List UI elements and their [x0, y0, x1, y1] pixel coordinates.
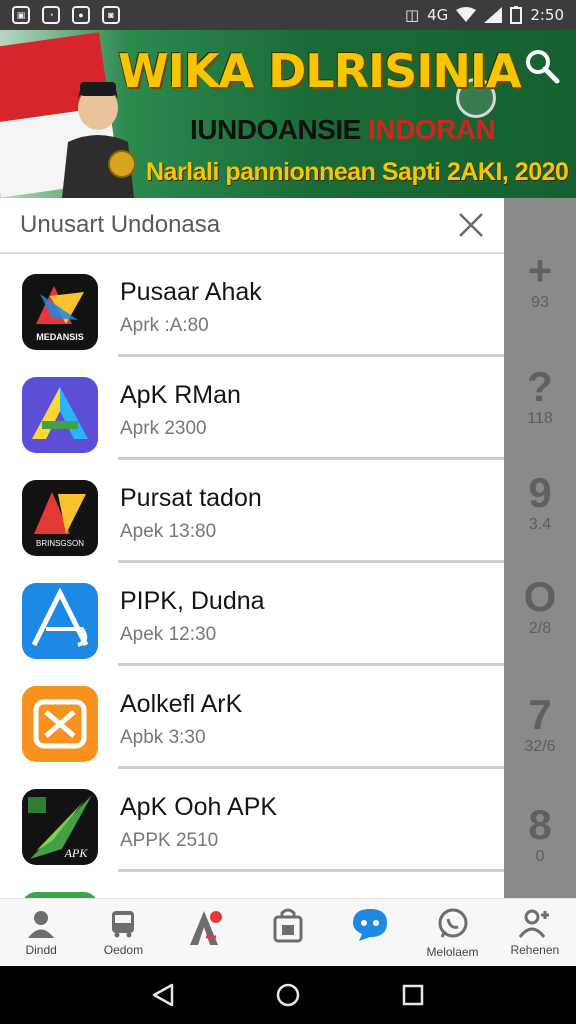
app-list-item[interactable]: [0, 872, 504, 898]
nav-label: Melolaem: [426, 945, 479, 959]
bag-icon: [273, 908, 303, 943]
app-icon-label: APK: [64, 846, 89, 860]
network-label: 4G: [427, 6, 449, 24]
side-item: 8 0: [504, 802, 576, 866]
nav-item-messages[interactable]: Melolaem: [411, 899, 493, 966]
nav-label: Oedom: [103, 943, 144, 957]
user-add-icon: [518, 909, 549, 938]
side-number: 0: [535, 848, 545, 865]
apk-logo-icon: [189, 911, 222, 945]
side-item: 9 3.4: [504, 470, 576, 534]
notification-icons: ▣ ◔ ● ◙: [12, 6, 120, 24]
side-number: 32/6: [524, 738, 556, 755]
side-glyph: O: [523, 573, 557, 620]
side-item: + 93: [504, 248, 576, 312]
app-icon: BRINSGSON: [22, 480, 98, 556]
banner-title: WIKA DLRISINIA: [118, 44, 522, 98]
system-indicators: ◫ 4G 2:50: [405, 6, 564, 24]
wifi-icon: [456, 7, 477, 22]
app-name: Pusaar Ahak: [120, 278, 262, 306]
side-glyph: 8: [528, 801, 552, 848]
app-name: ApK Ooh APK: [120, 793, 278, 821]
app-icon: MEDANSIS: [22, 274, 98, 350]
bottom-navigation: Dindd Oedom Melolaem Rehenen: [0, 898, 576, 966]
background-scrim[interactable]: + 93 ? 118 9 3.4 O 2/8 7 32/6 8 0: [504, 198, 576, 898]
nav-item-apk[interactable]: [165, 899, 247, 966]
nav-label: Dindd: [25, 943, 57, 957]
nav-item-account[interactable]: Rehenen: [494, 899, 576, 966]
side-number: 3.4: [528, 516, 552, 533]
app-list-item[interactable]: BRINSGSON Pursat tadon Apek 13:80: [0, 460, 504, 563]
banner-subtitle: IUNDOANSIE INDORAN: [190, 114, 496, 146]
app-list-item[interactable]: ApK RMan Aprk 2300: [0, 357, 504, 460]
system-navigation-bar: [0, 966, 576, 1024]
chat-bubble-icon: [353, 909, 388, 941]
close-icon[interactable]: [456, 210, 486, 240]
recents-icon[interactable]: [400, 982, 426, 1008]
search-icon[interactable]: [524, 48, 560, 84]
side-number: 2/8: [528, 620, 552, 637]
app-version: Apek 13:80: [120, 521, 217, 542]
line-icon: ◙: [102, 6, 120, 24]
status-bar: ▣ ◔ ● ◙ ◫ 4G 2:50: [0, 0, 576, 30]
nav-item-profile[interactable]: Dindd: [0, 899, 82, 966]
chat-icon: ●: [72, 6, 90, 24]
app-icon: [22, 377, 98, 453]
banner-tagline: Narlali pannionnean Sapti 2AKI, 2020: [146, 158, 569, 186]
app-icon: APK: [22, 789, 98, 865]
app-list-dialog: Unusart Undonasa MEDANSIS Pusaar Ahak Ap…: [0, 198, 504, 898]
vibrate-icon: ◫: [404, 6, 420, 24]
battery-icon: [510, 6, 523, 24]
nav-label: Rehenen: [510, 943, 560, 957]
app-version: Apbk 3:30: [120, 727, 206, 748]
app-icon-label: BRINSGSON: [36, 539, 84, 548]
side-item: O 2/8: [504, 574, 576, 638]
app-name: Pursat tadon: [120, 484, 262, 512]
side-glyph: 7: [528, 691, 552, 738]
clock: 2:50: [530, 6, 564, 24]
banner-subtitle-black: IUNDOANSIE: [190, 114, 361, 145]
banner-subtitle-red: INDORAN: [368, 114, 496, 145]
dialog-header: Unusart Undonasa: [0, 198, 504, 254]
app-version: Apek 12:30: [120, 624, 217, 645]
nav-item-chat[interactable]: [329, 899, 411, 966]
app-name: ApK RMan: [120, 381, 241, 409]
home-icon[interactable]: [275, 982, 301, 1008]
app-list-item[interactable]: Aolkefl ArK Apbk 3:30: [0, 666, 504, 769]
side-glyph: ?: [527, 363, 553, 410]
app-icon-label: MEDANSIS: [36, 332, 84, 342]
app-icon: [22, 583, 98, 659]
messenger-icon: ◔: [42, 6, 60, 24]
person-icon: [28, 911, 55, 938]
side-glyph: +: [527, 247, 553, 294]
nav-item-bus[interactable]: Oedom: [82, 899, 164, 966]
app-list-item[interactable]: MEDANSIS Pusaar Ahak Aprk :A:80: [0, 254, 504, 357]
app-version: Aprk 2300: [120, 418, 207, 439]
promo-banner[interactable]: WIKA DLRISINIA IUNDOANSIE INDORAN Narlal…: [0, 30, 576, 198]
gallery-icon: ▣: [12, 6, 30, 24]
side-item: 7 32/6: [504, 692, 576, 756]
signal-icon: [484, 7, 503, 23]
app-list-item[interactable]: PIPK, Dudna Apek 12:30: [0, 563, 504, 666]
app-icon: [22, 686, 98, 762]
back-icon[interactable]: [150, 982, 176, 1008]
whatsapp-icon: [438, 908, 468, 938]
app-name: Aolkefl ArK: [120, 690, 243, 718]
app-name: PIPK, Dudna: [120, 587, 265, 615]
side-number: 93: [531, 294, 549, 311]
side-number: 118: [527, 410, 553, 427]
nav-item-store[interactable]: [247, 899, 329, 966]
dialog-title: Unusart Undonasa: [20, 211, 221, 238]
side-glyph: 9: [528, 469, 552, 516]
side-item: ? 118: [504, 364, 576, 428]
app-version: APPK 2510: [120, 830, 219, 851]
app-list-item[interactable]: APK ApK Ooh APK APPK 2510: [0, 769, 504, 872]
bus-icon: [112, 911, 135, 938]
app-version: Aprk :A:80: [120, 315, 209, 336]
